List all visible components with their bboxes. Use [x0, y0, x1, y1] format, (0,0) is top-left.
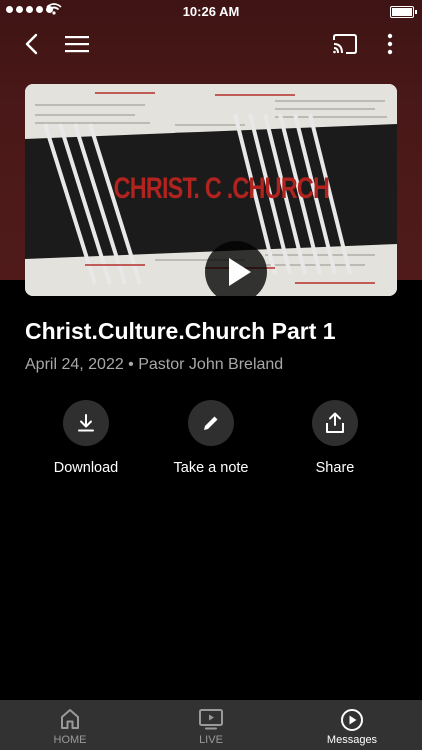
thumbnail-title: CHRIST. C .CHURCH — [113, 172, 330, 205]
cast-button[interactable] — [330, 30, 360, 58]
pencil-icon — [204, 416, 218, 430]
play-circle-icon — [341, 709, 363, 731]
video-player[interactable]: CHRIST. C .CHURCH — [25, 84, 397, 296]
tv-play-icon — [199, 709, 223, 730]
battery-icon — [390, 6, 417, 18]
status-time: 10:26 AM — [182, 4, 240, 19]
download-button[interactable]: Download — [24, 400, 148, 476]
share-label: Share — [315, 460, 355, 476]
tab-live-label: LIVE — [199, 734, 223, 746]
status-bar: 10:26 AM — [0, 0, 422, 22]
more-options-button[interactable] — [376, 30, 404, 58]
take-a-note-button[interactable]: Take a note — [149, 400, 273, 476]
home-icon — [61, 709, 79, 729]
tab-home-label: HOME — [53, 734, 87, 746]
cast-icon — [333, 34, 357, 54]
download-circle[interactable] — [63, 400, 109, 446]
share-button[interactable]: Share — [273, 400, 397, 476]
more-vertical-icon — [387, 33, 393, 55]
tab-messages[interactable]: Messages — [282, 700, 422, 750]
play-icon[interactable] — [205, 241, 267, 296]
note-label: Take a note — [173, 460, 249, 476]
tab-messages-label: Messages — [326, 734, 378, 746]
message-title: Christ.Culture.Church Part 1 — [25, 318, 336, 344]
download-label: Download — [53, 460, 119, 476]
back-button[interactable] — [16, 30, 46, 58]
share-circle[interactable] — [312, 400, 358, 446]
menu-button[interactable] — [62, 30, 92, 58]
note-circle[interactable] — [188, 400, 234, 446]
message-meta: April 24, 2022 • Pastor John Breland — [25, 356, 284, 373]
tab-live[interactable]: LIVE — [141, 700, 281, 750]
hamburger-menu-icon — [65, 36, 89, 53]
tab-bar: HOME LIVE Messages — [0, 700, 422, 750]
chevron-left-icon — [25, 33, 38, 55]
tab-home[interactable]: HOME — [0, 700, 140, 750]
share-icon — [326, 412, 344, 433]
download-icon — [78, 414, 94, 432]
